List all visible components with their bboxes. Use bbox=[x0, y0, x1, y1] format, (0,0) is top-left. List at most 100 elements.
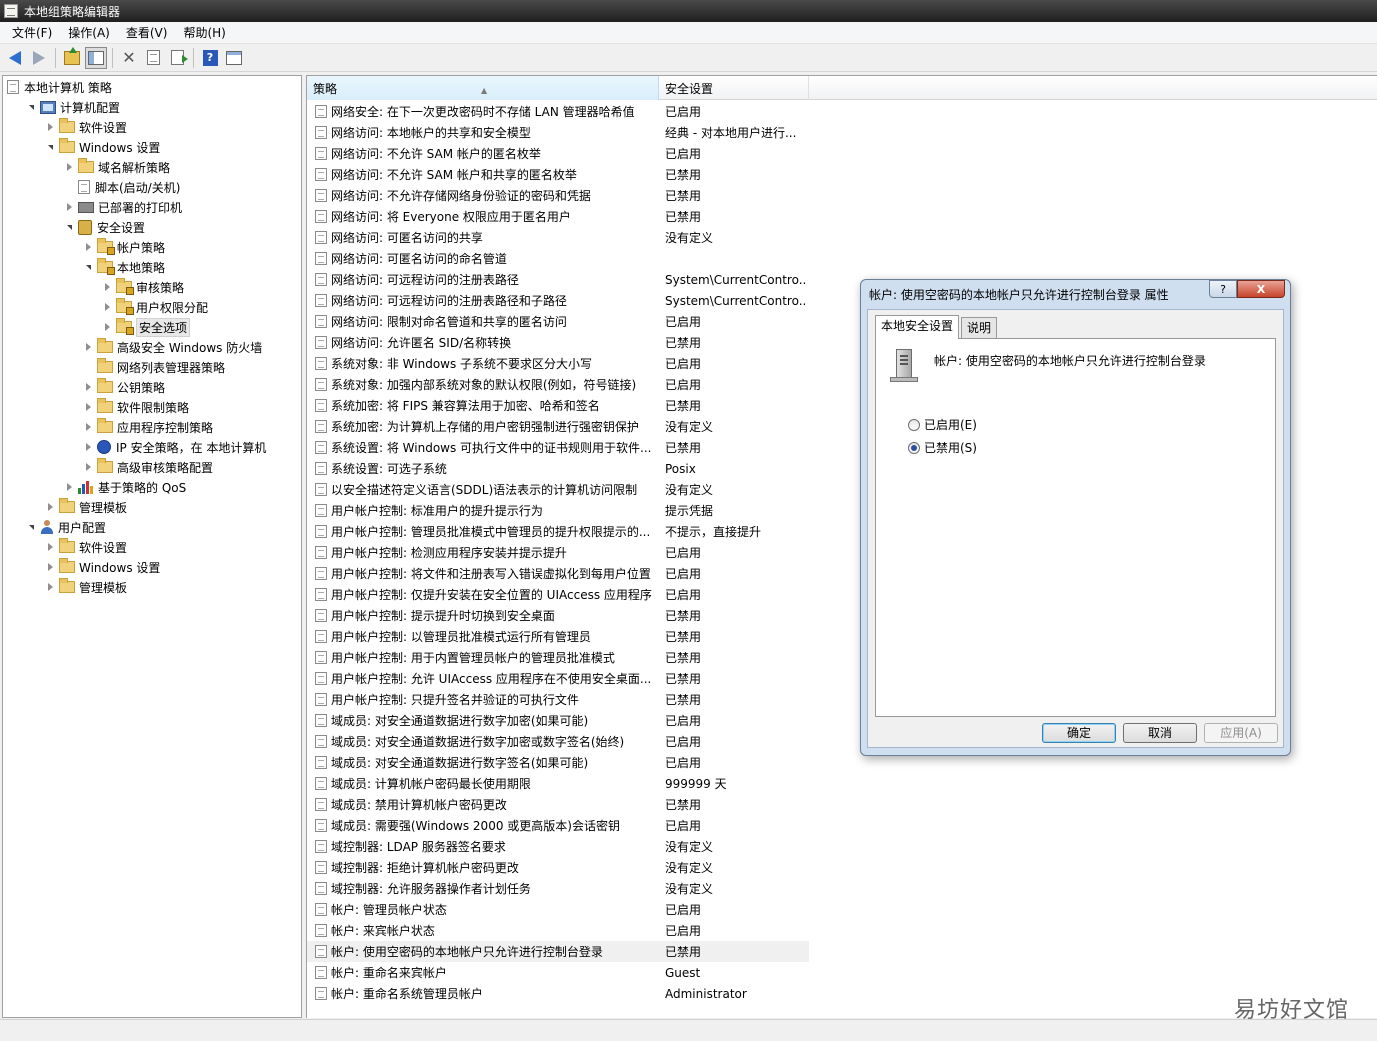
tree-node[interactable]: 软件设置 bbox=[45, 537, 127, 557]
policy-row[interactable]: 系统加密: 为计算机上存储的用户密钥强制进行强密钥保护 没有定义 bbox=[307, 416, 809, 437]
column-header-security-setting[interactable]: 安全设置 bbox=[659, 76, 809, 100]
policy-row[interactable]: 域成员: 对安全通道数据进行数字加密(如果可能) 已启用 bbox=[307, 710, 809, 731]
menu-file[interactable]: 文件(F) bbox=[4, 22, 60, 44]
menu-view[interactable]: 查看(V) bbox=[118, 22, 176, 44]
tab-explain[interactable]: 说明 bbox=[961, 317, 998, 338]
tree-node[interactable]: 本地策略 bbox=[83, 257, 165, 277]
menu-help[interactable]: 帮助(H) bbox=[175, 22, 233, 44]
radio-disabled[interactable] bbox=[908, 441, 920, 454]
policy-row[interactable]: 系统对象: 非 Windows 子系统不要求区分大小写 已启用 bbox=[307, 353, 809, 374]
policy-row[interactable]: 网络访问: 将 Everyone 权限应用于匿名用户 已禁用 bbox=[307, 206, 809, 227]
back-button[interactable] bbox=[4, 47, 26, 69]
tree-node[interactable]: 高级安全 Windows 防火墙 bbox=[83, 337, 262, 357]
tree-node[interactable]: Windows 设置 bbox=[45, 557, 160, 577]
policy-row[interactable]: 域成员: 对安全通道数据进行数字签名(如果可能) 已启用 bbox=[307, 752, 809, 773]
policy-row[interactable]: 用户帐户控制: 仅提升安装在安全位置的 UIAccess 应用程序 已启用 bbox=[307, 584, 809, 605]
policy-row[interactable]: 域控制器: 拒绝计算机帐户密码更改 没有定义 bbox=[307, 857, 809, 878]
policy-row[interactable]: 网络访问: 可远程访问的注册表路径 System\CurrentContro... bbox=[307, 269, 809, 290]
policy-row[interactable]: 系统加密: 将 FIPS 兼容算法用于加密、哈希和签名 已禁用 bbox=[307, 395, 809, 416]
policy-row[interactable]: 网络访问: 可匿名访问的共享 没有定义 bbox=[307, 227, 809, 248]
tree-node[interactable]: Windows 设置 bbox=[45, 137, 160, 157]
tree-node[interactable]: 安全设置 bbox=[64, 217, 145, 237]
expand-arrow-icon[interactable] bbox=[83, 342, 93, 352]
tree-node[interactable]: 域名解析策略 bbox=[64, 157, 170, 177]
tree-node[interactable]: 本地计算机 策略 bbox=[7, 77, 112, 97]
policy-row[interactable]: 域成员: 需要强(Windows 2000 或更高版本)会话密钥 已启用 bbox=[307, 815, 809, 836]
policy-row[interactable]: 系统设置: 将 Windows 可执行文件中的证书规则用于软件... 已禁用 bbox=[307, 437, 809, 458]
radio-enabled[interactable] bbox=[908, 418, 920, 431]
tree-node[interactable]: 管理模板 bbox=[45, 577, 127, 597]
forward-button[interactable] bbox=[28, 47, 50, 69]
policy-row[interactable]: 以安全描述符定义语言(SDDL)语法表示的计算机访问限制 没有定义 bbox=[307, 479, 809, 500]
policy-row[interactable]: 帐户: 重命名来宾帐户 Guest bbox=[307, 962, 809, 983]
collapse-arrow-icon[interactable] bbox=[64, 222, 74, 232]
tree-node[interactable]: 公钥策略 bbox=[83, 377, 165, 397]
expand-arrow-icon[interactable] bbox=[102, 302, 112, 312]
expand-arrow-icon[interactable] bbox=[83, 382, 93, 392]
ok-button[interactable]: 确定 bbox=[1042, 723, 1116, 743]
policy-row[interactable]: 网络访问: 限制对命名管道和共享的匿名访问 已启用 bbox=[307, 311, 809, 332]
tree-node[interactable]: 审核策略 bbox=[102, 277, 184, 297]
tree-node[interactable]: 管理模板 bbox=[45, 497, 127, 517]
policy-row[interactable]: 网络访问: 可匿名访问的命名管道 bbox=[307, 248, 809, 269]
policy-row[interactable]: 网络访问: 本地帐户的共享和安全模型 经典 - 对本地用户进行... bbox=[307, 122, 809, 143]
policy-row[interactable]: 网络访问: 可远程访问的注册表路径和子路径 System\CurrentContr… bbox=[307, 290, 809, 311]
export-list-button[interactable] bbox=[166, 47, 188, 69]
policy-row[interactable]: 用户帐户控制: 管理员批准模式中管理员的提升权限提示的... 不提示，直接提升 bbox=[307, 521, 809, 542]
policy-row[interactable]: 帐户: 使用空密码的本地帐户只允许进行控制台登录 已禁用 bbox=[307, 941, 809, 962]
policy-row[interactable]: 网络访问: 允许匿名 SID/名称转换 已禁用 bbox=[307, 332, 809, 353]
expand-arrow-icon[interactable] bbox=[102, 282, 112, 292]
policy-row[interactable]: 用户帐户控制: 以管理员批准模式运行所有管理员 已禁用 bbox=[307, 626, 809, 647]
dialog-close-button[interactable]: X bbox=[1237, 280, 1285, 298]
delete-button[interactable]: ✕ bbox=[118, 47, 140, 69]
tree-node[interactable]: 已部署的打印机 bbox=[64, 197, 182, 217]
tree-node[interactable]: IP 安全策略，在 本地计算机 bbox=[83, 437, 266, 457]
policy-row[interactable]: 用户帐户控制: 检测应用程序安装并提示提升 已启用 bbox=[307, 542, 809, 563]
policy-row[interactable]: 域控制器: 允许服务器操作者计划任务 没有定义 bbox=[307, 878, 809, 899]
tree-node[interactable]: 计算机配置 bbox=[26, 97, 120, 117]
collapse-arrow-icon[interactable] bbox=[26, 522, 36, 532]
policy-row[interactable]: 用户帐户控制: 用于内置管理员帐户的管理员批准模式 已禁用 bbox=[307, 647, 809, 668]
tree-node[interactable]: 脚本(启动/关机) bbox=[64, 177, 180, 197]
option-disabled[interactable]: 已禁用(S) bbox=[908, 439, 977, 456]
policy-row[interactable]: 域成员: 禁用计算机帐户密码更改 已禁用 bbox=[307, 794, 809, 815]
policy-row[interactable]: 系统设置: 可选子系统 Posix bbox=[307, 458, 809, 479]
collapse-arrow-icon[interactable] bbox=[26, 102, 36, 112]
policy-row[interactable]: 用户帐户控制: 标准用户的提升提示行为 提示凭据 bbox=[307, 500, 809, 521]
apply-button[interactable]: 应用(A) bbox=[1204, 723, 1278, 743]
policy-row[interactable]: 域控制器: LDAP 服务器签名要求 没有定义 bbox=[307, 836, 809, 857]
policy-row[interactable]: 域成员: 对安全通道数据进行数字加密或数字签名(始终) 已启用 bbox=[307, 731, 809, 752]
tree-node[interactable]: 基于策略的 QoS bbox=[64, 477, 186, 497]
expand-arrow-icon[interactable] bbox=[45, 562, 55, 572]
expand-arrow-icon[interactable] bbox=[45, 502, 55, 512]
show-hide-tree-button[interactable] bbox=[85, 46, 107, 69]
policy-row[interactable]: 用户帐户控制: 将文件和注册表写入错误虚拟化到每用户位置 已启用 bbox=[307, 563, 809, 584]
policy-row[interactable]: 用户帐户控制: 提示提升时切换到安全桌面 已禁用 bbox=[307, 605, 809, 626]
policy-row[interactable]: 网络访问: 不允许 SAM 帐户和共享的匿名枚举 已禁用 bbox=[307, 164, 809, 185]
tree-node[interactable]: 高级审核策略配置 bbox=[83, 457, 213, 477]
expand-arrow-icon[interactable] bbox=[45, 542, 55, 552]
expand-arrow-icon[interactable] bbox=[102, 322, 112, 332]
option-enabled[interactable]: 已启用(E) bbox=[908, 416, 977, 433]
expand-arrow-icon[interactable] bbox=[64, 202, 74, 212]
expand-arrow-icon[interactable] bbox=[64, 482, 74, 492]
expand-arrow-icon[interactable] bbox=[64, 162, 74, 172]
expand-arrow-icon[interactable] bbox=[83, 442, 93, 452]
policy-row[interactable]: 用户帐户控制: 只提升签名并验证的可执行文件 已禁用 bbox=[307, 689, 809, 710]
policy-row[interactable]: 网络安全: 在下一次更改密码时不存储 LAN 管理器哈希值 已启用 bbox=[307, 101, 809, 122]
policy-row[interactable]: 帐户: 重命名系统管理员帐户 Administrator bbox=[307, 983, 809, 1004]
tree-node[interactable]: 软件设置 bbox=[45, 117, 127, 137]
tree-node[interactable]: 网络列表管理器策略 bbox=[83, 357, 225, 377]
show-action-pane-button[interactable] bbox=[223, 47, 245, 69]
policy-row[interactable]: 用户帐户控制: 允许 UIAccess 应用程序在不使用安全桌面... 已禁用 bbox=[307, 668, 809, 689]
collapse-arrow-icon[interactable] bbox=[83, 262, 93, 272]
collapse-arrow-icon[interactable] bbox=[45, 142, 55, 152]
column-header-policy[interactable]: 策略 ▲ bbox=[307, 76, 659, 100]
tree-node[interactable]: 用户配置 bbox=[26, 517, 106, 537]
help-button[interactable]: ? bbox=[199, 47, 221, 69]
menu-action[interactable]: 操作(A) bbox=[60, 22, 118, 44]
expand-arrow-icon[interactable] bbox=[45, 582, 55, 592]
policy-row[interactable]: 帐户: 管理员帐户状态 已启用 bbox=[307, 899, 809, 920]
tree-node[interactable]: 安全选项 bbox=[102, 317, 191, 337]
policy-row[interactable]: 帐户: 来宾帐户状态 已启用 bbox=[307, 920, 809, 941]
